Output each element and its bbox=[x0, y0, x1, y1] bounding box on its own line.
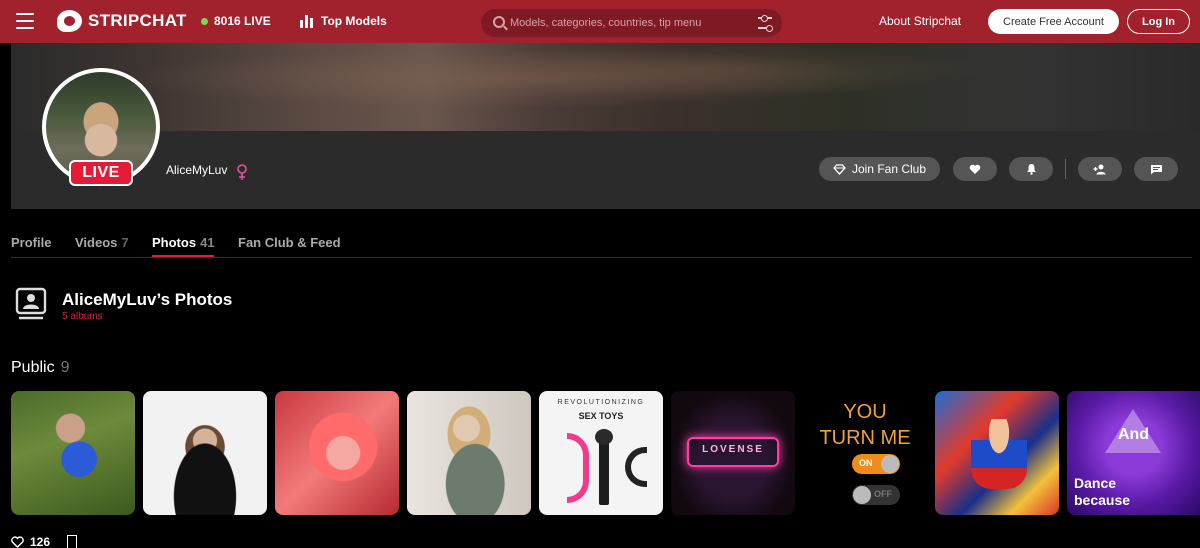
thumb-caption: REVOLUTIONIZING bbox=[557, 399, 645, 406]
photo-thumbnail[interactable]: YOU TURN ME ON OFF bbox=[803, 391, 927, 515]
search-icon bbox=[493, 16, 505, 28]
leaderboard-icon bbox=[300, 14, 314, 28]
message-button[interactable] bbox=[1134, 157, 1178, 181]
photo-thumbnail[interactable] bbox=[143, 391, 267, 515]
logo-icon bbox=[57, 10, 82, 32]
photo-thumbnail[interactable]: LOVENSE bbox=[671, 391, 795, 515]
photo-album-icon bbox=[15, 287, 47, 320]
add-friend-icon bbox=[1093, 164, 1106, 174]
login-button[interactable]: Log In bbox=[1127, 9, 1190, 34]
tab-videos[interactable]: Videos 7 bbox=[75, 235, 129, 250]
thumb-caption: SEX TOYS bbox=[578, 411, 624, 421]
thumb-caption: LOVENSE bbox=[702, 444, 764, 455]
profile-tabs: Profile Videos 7 Photos 41 Fan Club & Feed bbox=[11, 233, 1192, 258]
join-fan-club-label: Join Fan Club bbox=[851, 162, 927, 176]
bookmark-icon[interactable] bbox=[67, 535, 77, 548]
switch-graphic: OFF bbox=[852, 485, 900, 505]
live-dot-icon bbox=[201, 17, 208, 25]
add-friend-button[interactable] bbox=[1078, 157, 1122, 181]
photo-thumbnail[interactable] bbox=[275, 391, 399, 515]
tab-label: Photos bbox=[152, 235, 197, 250]
profile-banner: LIVE AliceMyLuv Join Fan Club bbox=[11, 43, 1200, 209]
tab-profile[interactable]: Profile bbox=[11, 235, 51, 250]
message-icon bbox=[1150, 164, 1162, 174]
tab-label: Fan Club & Feed bbox=[238, 235, 341, 250]
album-count: 9 bbox=[60, 359, 70, 376]
tab-count: 7 bbox=[121, 235, 129, 250]
username: AliceMyLuv bbox=[166, 163, 228, 177]
logo[interactable]: STRIPCHAT bbox=[57, 10, 187, 32]
tab-label: Profile bbox=[11, 235, 52, 250]
live-count-text: 8016 LIVE bbox=[214, 14, 271, 28]
logo-text: STRIPCHAT bbox=[88, 11, 187, 30]
search-input[interactable] bbox=[510, 14, 750, 32]
cover-image bbox=[11, 43, 1200, 131]
switch-graphic: ON bbox=[852, 454, 900, 474]
heart-outline-icon bbox=[11, 536, 24, 548]
photo-thumbnail[interactable]: And Dance because bbox=[1067, 391, 1200, 515]
join-fan-club-button[interactable]: Join Fan Club bbox=[819, 157, 940, 181]
album-likes[interactable]: 126 bbox=[11, 535, 50, 548]
photo-grid: REVOLUTIONIZING SEX TOYS LOVENSE YOU TURN… bbox=[11, 391, 1200, 515]
create-account-button[interactable]: Create Free Account bbox=[988, 9, 1119, 34]
divider bbox=[1065, 159, 1066, 179]
top-header: STRIPCHAT 8016 LIVE Top Models About Str… bbox=[0, 0, 1200, 43]
active-tab-indicator bbox=[152, 255, 214, 257]
menu-icon[interactable] bbox=[16, 13, 34, 29]
tab-fan-club-feed[interactable]: Fan Club & Feed bbox=[238, 235, 341, 250]
tab-count: 41 bbox=[200, 235, 215, 250]
notify-button[interactable] bbox=[1009, 157, 1053, 181]
diamond-icon bbox=[833, 163, 846, 175]
filter-icon[interactable] bbox=[758, 15, 773, 32]
live-badge: LIVE bbox=[69, 160, 133, 186]
tab-photos[interactable]: Photos 41 bbox=[152, 235, 215, 250]
thumb-caption: YOU TURN ME bbox=[819, 401, 911, 449]
tab-label: Videos bbox=[75, 235, 118, 250]
bell-icon bbox=[1026, 164, 1036, 175]
heart-icon bbox=[969, 164, 981, 174]
photo-thumbnail[interactable] bbox=[935, 391, 1059, 515]
photo-thumbnail[interactable] bbox=[407, 391, 531, 515]
top-models-label: Top Models bbox=[321, 14, 387, 28]
toy-shape bbox=[625, 447, 647, 487]
album-name: Public bbox=[11, 359, 55, 376]
page-title: AliceMyLuv’s Photos bbox=[62, 290, 233, 309]
top-models-link[interactable]: Top Models bbox=[300, 14, 387, 28]
female-icon bbox=[237, 164, 247, 180]
albums-count: 5 albums bbox=[62, 311, 103, 322]
favorite-button[interactable] bbox=[953, 157, 997, 181]
toy-shape bbox=[567, 433, 589, 503]
thumb-caption: Dance because bbox=[1074, 475, 1131, 508]
about-link[interactable]: About Stripchat bbox=[879, 14, 961, 28]
photo-thumbnail[interactable]: REVOLUTIONIZING SEX TOYS bbox=[539, 391, 663, 515]
search-bar bbox=[481, 9, 782, 37]
album-title: Public 9 bbox=[11, 359, 69, 377]
live-count-link[interactable]: 8016 LIVE bbox=[201, 14, 271, 28]
toy-shape bbox=[595, 429, 613, 505]
comic-hero bbox=[971, 419, 1027, 489]
thumb-caption: And bbox=[1117, 426, 1150, 443]
photo-thumbnail[interactable] bbox=[11, 391, 135, 515]
likes-count: 126 bbox=[30, 535, 51, 548]
